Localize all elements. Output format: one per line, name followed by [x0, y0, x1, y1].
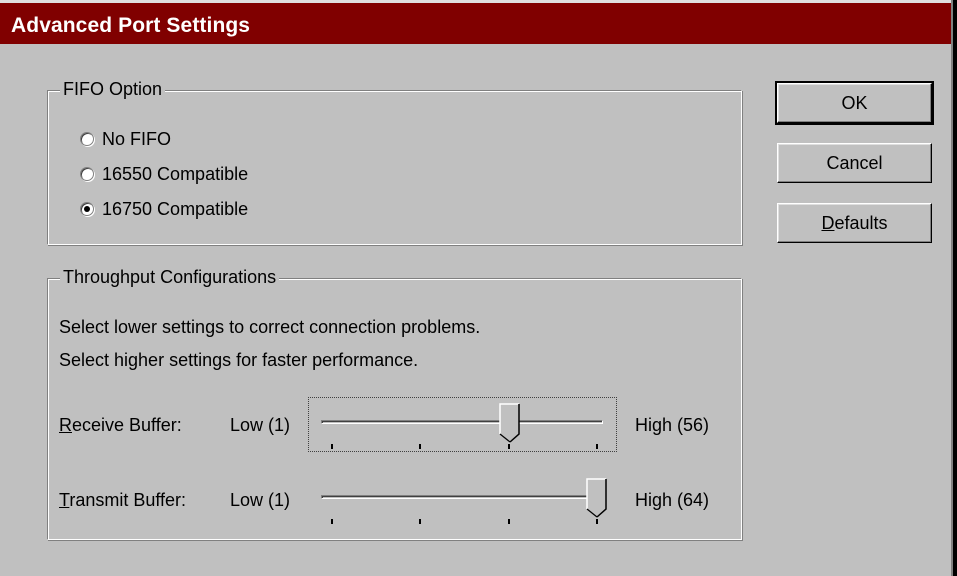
- radio-button[interactable]: [80, 132, 94, 146]
- receive-label-rest: eceive Buffer:: [72, 415, 182, 435]
- slider-tick: [331, 444, 333, 449]
- advanced-port-settings-dialog: Advanced Port Settings FIFO Option No FI…: [0, 0, 957, 576]
- transmit-low-label: Low (1): [230, 490, 291, 510]
- cancel-button[interactable]: Cancel: [777, 143, 932, 183]
- defaults-button[interactable]: Defaults: [777, 203, 932, 243]
- defaults-rest: efaults: [834, 212, 888, 233]
- receive-low-label: Low (1): [230, 415, 291, 435]
- receive-buffer-label: Receive Buffer:: [59, 415, 182, 436]
- slider-track: [321, 495, 603, 499]
- ok-button[interactable]: OK: [775, 81, 934, 125]
- title-bar[interactable]: Advanced Port Settings: [0, 0, 951, 44]
- radio-selected-dot: [84, 206, 90, 212]
- cancel-button-label: Cancel: [826, 152, 883, 173]
- slider-tick: [419, 519, 421, 524]
- throughput-group-label: Throughput Configurations: [60, 267, 280, 288]
- transmit-label-rest: ransmit Buffer:: [69, 490, 187, 510]
- slider-tick: [419, 444, 421, 449]
- receive-slider-thumb[interactable]: [498, 403, 521, 443]
- slider-tick: [508, 519, 510, 524]
- fifo-group-label: FIFO Option: [60, 79, 166, 100]
- hint-lower-settings: Select lower settings to correct connect…: [59, 317, 481, 337]
- slider-tick: [596, 444, 598, 449]
- transmit-high-label: High (64): [635, 490, 710, 510]
- radio-button-selected[interactable]: [80, 202, 94, 216]
- receive-high-label: High (56): [635, 415, 710, 435]
- fifo-option-group: FIFO Option No FIFO 16550 Compatible 167…: [47, 79, 742, 245]
- slider-tick: [331, 519, 333, 524]
- receive-mnemonic: R: [59, 415, 72, 435]
- radio-button[interactable]: [80, 167, 94, 181]
- transmit-buffer-label: Transmit Buffer:: [59, 490, 186, 511]
- radio-label: 16550 Compatible: [102, 163, 249, 184]
- slider-tick: [508, 444, 510, 449]
- radio-no-fifo[interactable]: No FIFO: [80, 128, 171, 150]
- transmit-slider-thumb[interactable]: [586, 478, 608, 518]
- receive-buffer-slider[interactable]: [308, 397, 617, 452]
- slider-tick: [596, 519, 598, 524]
- slider-track: [321, 420, 603, 424]
- transmit-mnemonic: T: [59, 490, 70, 510]
- transmit-buffer-slider[interactable]: [308, 472, 617, 527]
- radio-label: 16750 Compatible: [102, 198, 249, 219]
- window-title: Advanced Port Settings: [11, 14, 251, 37]
- radio-16550-compatible[interactable]: 16550 Compatible: [80, 163, 248, 185]
- hint-higher-settings: Select higher settings for faster perfor…: [59, 350, 419, 370]
- ok-button-label: OK: [841, 92, 868, 113]
- radio-label: No FIFO: [102, 128, 172, 149]
- radio-16750-compatible[interactable]: 16750 Compatible: [80, 198, 248, 220]
- defaults-mnemonic: D: [821, 212, 835, 233]
- defaults-button-label: Defaults: [821, 213, 887, 234]
